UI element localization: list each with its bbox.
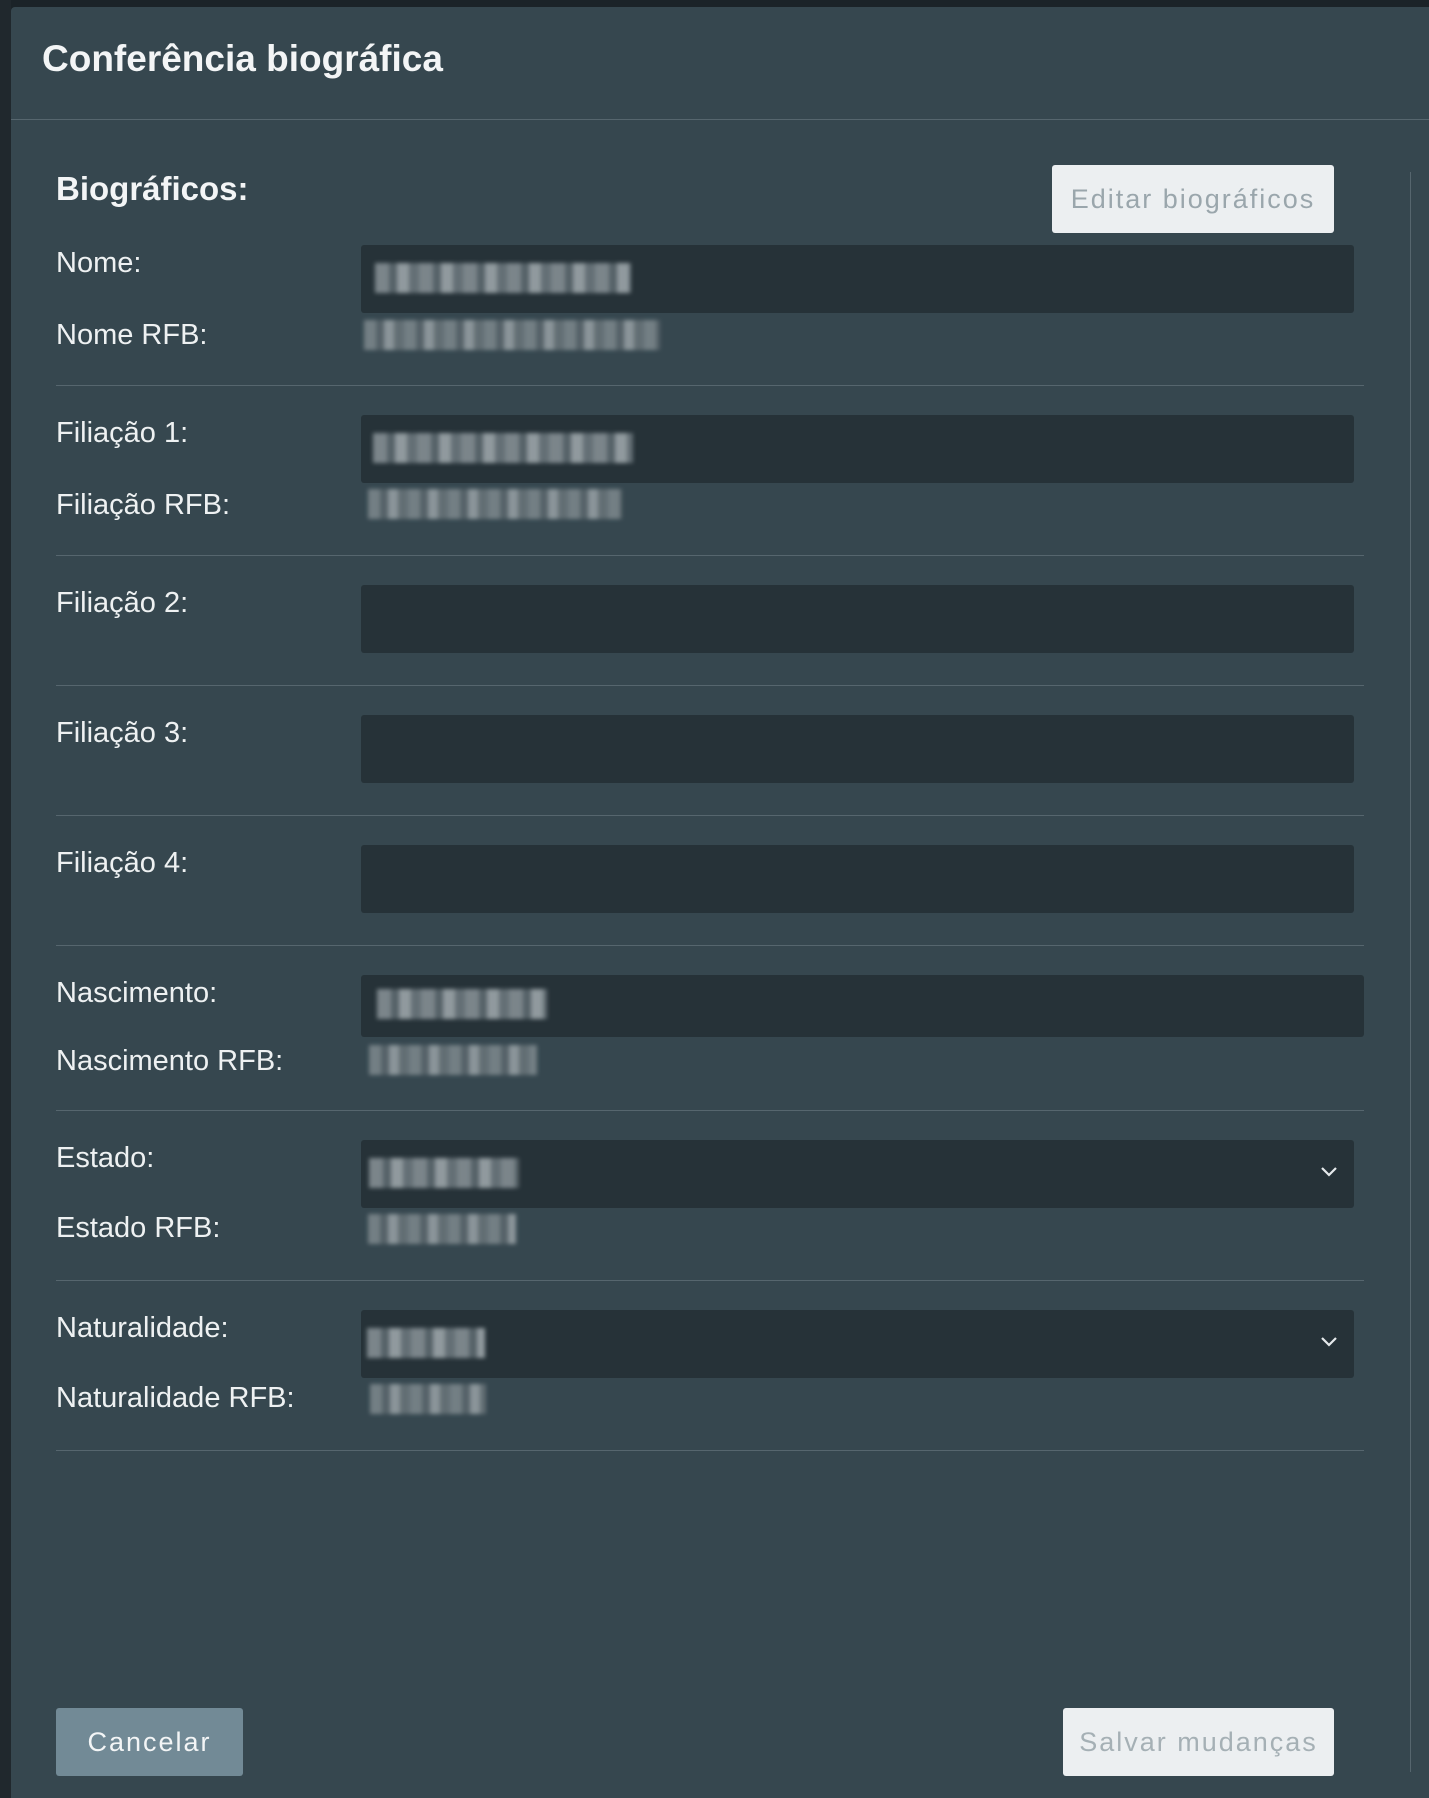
- filiacao-2-input[interactable]: [361, 585, 1354, 653]
- redacted-value: [373, 433, 633, 463]
- chevron-down-icon: [1321, 1337, 1337, 1347]
- nome-rfb-value: [364, 320, 660, 350]
- filiacao-rfb-label: Filiação RFB:: [56, 489, 231, 521]
- cancel-button[interactable]: Cancelar: [56, 1708, 243, 1776]
- row-filiacao-2: Filiação 2:: [56, 555, 1364, 686]
- nome-label: Nome:: [56, 247, 142, 279]
- dialog-title: Conferência biográfica: [42, 38, 443, 79]
- naturalidade-label: Naturalidade:: [56, 1312, 229, 1344]
- page-backdrop: [0, 0, 11, 1798]
- filiacao-rfb-value: [368, 489, 622, 519]
- redacted-value: [367, 1328, 485, 1358]
- dialog-body: Biográficos: Editar biográficos Nome: No…: [11, 120, 1429, 1798]
- filiacao-3-label: Filiação 3:: [56, 717, 189, 749]
- nascimento-input[interactable]: [361, 975, 1364, 1037]
- dialog-header: Conferência biográfica: [11, 7, 1429, 120]
- nome-input[interactable]: [361, 245, 1354, 313]
- filiacao-4-input[interactable]: [361, 845, 1354, 913]
- nascimento-rfb-label: Nascimento RFB:: [56, 1045, 284, 1077]
- scrollbar-track[interactable]: [1410, 172, 1411, 1772]
- redacted-value: [377, 989, 547, 1019]
- naturalidade-rfb-value: [370, 1384, 486, 1414]
- filiacao-4-label: Filiação 4:: [56, 847, 189, 879]
- row-filiacao-3: Filiação 3:: [56, 685, 1364, 816]
- nascimento-rfb-value: [369, 1045, 537, 1075]
- redacted-value: [375, 263, 631, 293]
- row-naturalidade: Naturalidade: Naturalidade RFB:: [56, 1280, 1364, 1451]
- estado-label: Estado:: [56, 1142, 155, 1174]
- filiacao-1-input[interactable]: [361, 415, 1354, 483]
- redacted-value: [369, 1158, 519, 1188]
- nome-rfb-label: Nome RFB:: [56, 319, 208, 351]
- row-filiacao-4: Filiação 4:: [56, 815, 1364, 946]
- filiacao-2-label: Filiação 2:: [56, 587, 189, 619]
- section-title: Biográficos:: [56, 170, 249, 207]
- row-nascimento: Nascimento: Nascimento RFB:: [56, 945, 1364, 1111]
- nascimento-label: Nascimento:: [56, 977, 218, 1009]
- estado-select[interactable]: [361, 1140, 1354, 1208]
- row-nome: Nome: Nome RFB:: [56, 245, 1364, 386]
- chevron-down-icon: [1321, 1167, 1337, 1177]
- edit-biographics-button[interactable]: Editar biográficos: [1052, 165, 1334, 233]
- row-filiacao-1: Filiação 1: Filiação RFB:: [56, 385, 1364, 556]
- biographic-check-dialog: Conferência biográfica Biográficos: Edit…: [11, 7, 1429, 1798]
- filiacao-3-input[interactable]: [361, 715, 1354, 783]
- estado-rfb-value: [368, 1214, 516, 1244]
- estado-rfb-label: Estado RFB:: [56, 1212, 221, 1244]
- filiacao-1-label: Filiação 1:: [56, 417, 189, 449]
- save-changes-button[interactable]: Salvar mudanças: [1063, 1708, 1334, 1776]
- naturalidade-rfb-label: Naturalidade RFB:: [56, 1382, 295, 1414]
- naturalidade-select[interactable]: [361, 1310, 1354, 1378]
- row-estado: Estado: Estado RFB:: [56, 1110, 1364, 1281]
